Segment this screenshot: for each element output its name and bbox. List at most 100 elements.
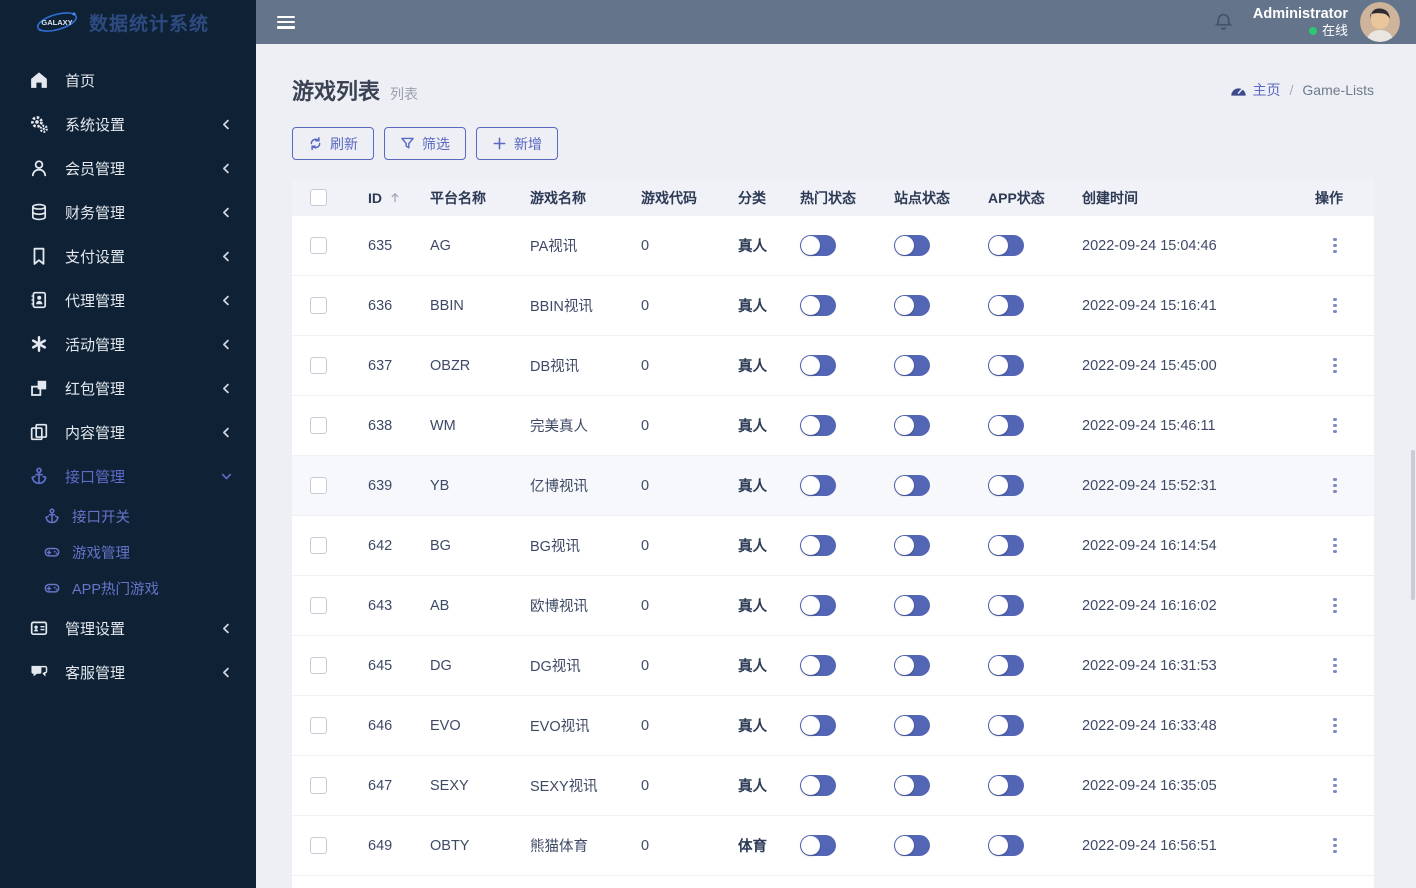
column-header[interactable]: ID (350, 190, 430, 206)
sidebar-subitem-api-switch[interactable]: 接口开关 (0, 498, 256, 534)
sidebar-item-red-packet[interactable]: 红包管理 (0, 366, 256, 410)
cell-game: 欧博视讯 (530, 599, 588, 615)
cell-app-status (988, 655, 1082, 676)
page-scrollbar[interactable] (1411, 450, 1415, 600)
row-checkbox[interactable] (310, 417, 327, 434)
sidebar-item-agents[interactable]: 代理管理 (0, 278, 256, 322)
hot-status-toggle[interactable] (800, 775, 836, 796)
row-checkbox[interactable] (310, 297, 327, 314)
app-status-toggle[interactable] (988, 475, 1024, 496)
app-status-toggle[interactable] (988, 415, 1024, 436)
sidebar-item-activities[interactable]: 活动管理 (0, 322, 256, 366)
toggle-knob (989, 536, 1008, 555)
row-actions-menu[interactable] (1326, 776, 1344, 796)
hot-status-toggle[interactable] (800, 295, 836, 316)
site-status-toggle[interactable] (894, 775, 930, 796)
breadcrumb-home-link[interactable]: 主页 (1253, 80, 1281, 100)
row-actions-menu[interactable] (1326, 476, 1344, 496)
hot-status-toggle[interactable] (800, 355, 836, 376)
sidebar-item-label: 财务管理 (65, 204, 126, 222)
row-checkbox[interactable] (310, 837, 327, 854)
hot-status-toggle[interactable] (800, 535, 836, 556)
cell-actions (1300, 236, 1374, 256)
sidebar-item-content[interactable]: 内容管理 (0, 410, 256, 454)
site-status-toggle[interactable] (894, 835, 930, 856)
add-button[interactable]: 新增 (476, 127, 558, 160)
cell-created: 2022-09-24 16:31:53 (1082, 657, 1217, 674)
hot-status-toggle[interactable] (800, 655, 836, 676)
row-actions-menu[interactable] (1326, 836, 1344, 856)
site-status-toggle[interactable] (894, 715, 930, 736)
sidebar-item-finance[interactable]: 财务管理 (0, 190, 256, 234)
row-checkbox[interactable] (310, 777, 327, 794)
sidebar-item-support[interactable]: 客服管理 (0, 650, 256, 694)
row-actions-menu[interactable] (1326, 296, 1344, 316)
table-row: 639 YB 亿博视讯 0 真人 2022-09-24 15:52:31 (292, 456, 1374, 516)
site-status-toggle[interactable] (894, 355, 930, 376)
row-checkbox[interactable] (310, 537, 327, 554)
sidebar-item-home[interactable]: 首页 (0, 58, 256, 102)
sidebar-toggle-button[interactable] (277, 15, 295, 29)
app-status-toggle[interactable] (988, 295, 1024, 316)
sidebar-item-payment[interactable]: 支付设置 (0, 234, 256, 278)
site-status-toggle[interactable] (894, 535, 930, 556)
chevron-left-icon (221, 295, 232, 306)
cell-created: 2022-09-24 16:35:05 (1082, 777, 1217, 794)
sidebar-item-admin-settings[interactable]: 管理设置 (0, 606, 256, 650)
app-status-toggle[interactable] (988, 355, 1024, 376)
sidebar-subitem-app-hot-games[interactable]: APP热门游戏 (0, 570, 256, 606)
row-actions-menu[interactable] (1326, 536, 1344, 556)
sidebar-item-api[interactable]: 接口管理 (0, 454, 256, 498)
app-status-toggle[interactable] (988, 835, 1024, 856)
site-status-toggle[interactable] (894, 595, 930, 616)
app-status-toggle[interactable] (988, 235, 1024, 256)
row-actions-menu[interactable] (1326, 656, 1344, 676)
hot-status-toggle[interactable] (800, 715, 836, 736)
hot-status-toggle[interactable] (800, 235, 836, 256)
user-avatar[interactable] (1360, 2, 1400, 42)
row-actions-menu[interactable] (1326, 716, 1344, 736)
app-status-toggle[interactable] (988, 655, 1024, 676)
site-status-toggle[interactable] (894, 655, 930, 676)
row-checkbox[interactable] (310, 717, 327, 734)
site-status-toggle[interactable] (894, 475, 930, 496)
filter-button[interactable]: 筛选 (384, 127, 466, 160)
row-checkbox[interactable] (310, 477, 327, 494)
sidebar-subitem-game-manage[interactable]: 游戏管理 (0, 534, 256, 570)
row-checkbox[interactable] (310, 657, 327, 674)
site-status-toggle[interactable] (894, 415, 930, 436)
cell-id: 647 (368, 777, 393, 794)
row-checkbox[interactable] (310, 357, 327, 374)
galaxy-logo-icon: GALAXY (36, 12, 78, 32)
user-meta[interactable]: Administrator 在线 (1253, 5, 1348, 39)
hot-status-toggle[interactable] (800, 595, 836, 616)
sidebar-item-system-settings[interactable]: 系统设置 (0, 102, 256, 146)
cell-actions (1300, 476, 1374, 496)
app-status-toggle[interactable] (988, 715, 1024, 736)
app-status-toggle[interactable] (988, 535, 1024, 556)
column-header: 操作 (1315, 189, 1343, 206)
hot-status-toggle[interactable] (800, 415, 836, 436)
hot-status-toggle[interactable] (800, 475, 836, 496)
row-actions-menu[interactable] (1326, 416, 1344, 436)
brand[interactable]: GALAXY 数据统计系统 (0, 0, 256, 44)
row-checkbox[interactable] (310, 237, 327, 254)
cell-platform: OBTY (430, 837, 470, 854)
site-status-toggle[interactable] (894, 235, 930, 256)
sidebar-item-members[interactable]: 会员管理 (0, 146, 256, 190)
app-status-toggle[interactable] (988, 775, 1024, 796)
row-checkbox[interactable] (310, 597, 327, 614)
hot-status-toggle[interactable] (800, 835, 836, 856)
cell-hot-status (800, 475, 894, 496)
toggle-knob (801, 536, 820, 555)
cell-created: 2022-09-24 15:04:46 (1082, 237, 1217, 254)
site-status-toggle[interactable] (894, 295, 930, 316)
cell-category: 真人 (738, 359, 767, 375)
row-actions-menu[interactable] (1326, 236, 1344, 256)
row-actions-menu[interactable] (1326, 356, 1344, 376)
app-status-toggle[interactable] (988, 595, 1024, 616)
row-actions-menu[interactable] (1326, 596, 1344, 616)
notifications-bell-icon[interactable] (1214, 12, 1233, 32)
refresh-button[interactable]: 刷新 (292, 127, 374, 160)
select-all-checkbox[interactable] (310, 189, 327, 206)
